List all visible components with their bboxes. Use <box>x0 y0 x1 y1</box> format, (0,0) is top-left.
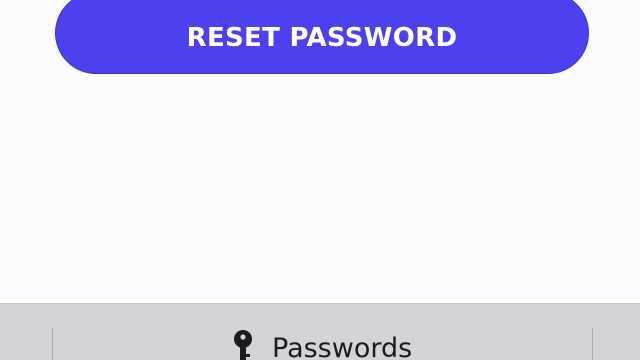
passwords-toolbar-item[interactable]: Passwords <box>230 330 412 360</box>
key-icon <box>234 330 252 360</box>
reset-password-button[interactable]: RESET PASSWORD <box>55 0 589 74</box>
app-screen: RESET PASSWORD Passwords <box>0 0 640 360</box>
toolbar-divider-left <box>52 328 53 360</box>
reset-password-label: RESET PASSWORD <box>186 22 458 53</box>
bottom-toolbar: Passwords <box>0 303 640 360</box>
toolbar-divider-right <box>592 328 593 360</box>
passwords-label: Passwords <box>272 333 413 360</box>
